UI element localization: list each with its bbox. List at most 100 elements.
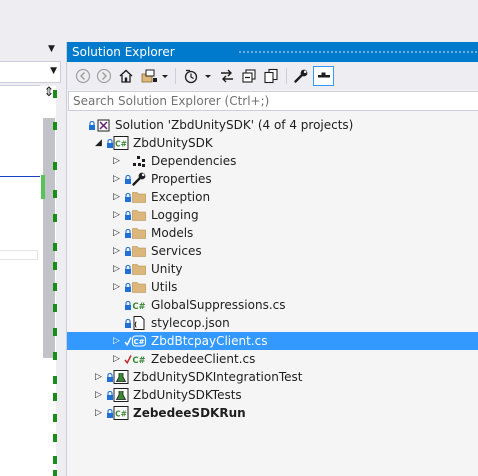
forward-button[interactable] [95,66,113,86]
panel-title: Solution Explorer [72,45,175,59]
code-editor[interactable] [0,86,40,476]
expand-arrow-icon[interactable]: ▷ [95,386,105,404]
expand-arrow-icon[interactable]: ▷ [113,188,123,206]
tree-item[interactable]: ▷ ZbdUnitySDKTests [67,386,478,404]
csharp-project-icon: C# [113,405,129,421]
search-input[interactable] [73,92,463,110]
back-icon [75,68,91,84]
tree-item[interactable]: ▷ Unity [67,260,478,278]
tree-item-label: stylecop.json [151,316,230,330]
dropdown-arrow-icon [205,75,211,78]
filter-dropdown[interactable] [203,66,213,86]
tree-item[interactable]: ▷ C# ZebedeeClient.cs [67,350,478,368]
folder-icon [131,261,147,277]
csharp-class-icon: C# [131,333,147,349]
scrollbar-marker [53,283,57,291]
expand-arrow-icon[interactable]: ▷ [113,260,123,278]
panel-title-bar[interactable]: Solution Explorer [67,42,478,62]
scrollbar-marker [53,122,57,130]
tree-item[interactable]: ▷ Dependencies [67,152,478,170]
back-button[interactable] [74,66,92,86]
properties-button[interactable] [291,66,311,86]
scrollbar-marker [53,90,57,98]
folder-icon [131,225,147,241]
home-button[interactable] [117,66,135,86]
expand-arrow-icon[interactable]: ▷ [113,224,123,242]
expand-arrow-icon[interactable]: ▷ [113,350,123,368]
tree-item-label: Logging [151,208,199,222]
preview-selected-items-button[interactable] [313,66,334,86]
tree-item[interactable]: C# GlobalSuppressions.cs [67,296,478,314]
tree-item[interactable]: ▷ Logging [67,206,478,224]
forward-icon [96,68,112,84]
tree-item-label: ZbdBtcpayClient.cs [151,334,268,348]
tree-item-label: Models [151,226,194,240]
scrollbar-marker [53,470,57,476]
folder-icon [131,279,147,295]
svg-text:C#: C# [132,302,145,312]
folder-icon [131,243,147,259]
window-position-dropdown-icon[interactable]: ▼ [48,44,55,54]
collapse-all-button[interactable] [239,66,259,86]
search-box[interactable] [68,91,478,111]
tree-item-label: Properties [151,172,212,186]
tree-item-label: Services [151,244,202,258]
tree-item[interactable]: ▷ Services [67,242,478,260]
chevron-down-icon: ▼ [50,66,57,76]
tree-item[interactable]: Solution 'ZbdUnitySDK' (4 of 4 projects) [67,116,478,134]
scrollbar-marker [53,214,57,222]
scrollbar-marker [53,262,57,270]
expand-arrow-icon[interactable]: ▷ [95,368,105,386]
tree-item[interactable]: ▷ Exception [67,188,478,206]
json-file-icon [131,315,147,331]
tree-item[interactable]: ▷ C# ZbdBtcpayClient.cs [67,332,478,350]
dependencies-icon [131,153,147,169]
show-all-files-button[interactable] [261,66,281,86]
tree-item[interactable]: ▷ ZbdUnitySDKIntegrationTest [67,368,478,386]
tree-item-label: Unity [151,262,183,276]
expand-arrow-icon[interactable]: ▷ [113,152,123,170]
expand-arrow-icon[interactable]: ▷ [113,278,123,296]
scrollbar-marker [53,393,57,401]
sync-with-active-document-button[interactable] [217,66,237,86]
tree-item-label: GlobalSuppressions.cs [151,298,286,312]
current-line-highlight [0,250,38,260]
expand-arrow-icon[interactable]: ▷ [95,404,105,422]
switch-views-dropdown[interactable] [160,66,170,86]
scrollbar-marker [53,328,57,336]
caret-line [0,176,40,177]
tree-item-label: Utils [151,280,178,294]
show-all-files-icon [264,68,278,84]
tree-item[interactable]: ▷ C# ZebedeeSDKRun [67,404,478,422]
editor-pane: ▼ ▼ ⇕ [0,0,62,476]
tree-item-label: ZebedeeClient.cs [151,352,256,366]
scrollbar-marker [53,456,57,464]
title-grip [238,50,478,55]
expand-arrow-icon[interactable]: ▷ [113,206,123,224]
pending-changes-filter-icon [184,69,198,84]
csharp-project-icon: C# [113,135,129,151]
tree-item[interactable]: stylecop.json [67,314,478,332]
tree-item[interactable]: ▷ Utils [67,278,478,296]
csharp-file-icon: C# [131,351,147,367]
vertical-scrollbar[interactable] [43,118,55,358]
tree-item-label: ZebedeeSDKRun [133,406,246,420]
collapse-arrow-icon[interactable]: ◢ [95,134,105,152]
tree-item[interactable]: ◢ C# ZbdUnitySDK [67,134,478,152]
expand-arrow-icon[interactable]: ▷ [113,332,123,350]
tree-item[interactable]: ▷ Properties [67,170,478,188]
test-project-icon [113,369,129,385]
dropdown-arrow-icon [162,75,168,78]
expand-arrow-icon[interactable]: ▷ [113,170,123,188]
pending-changes-filter-button[interactable] [182,66,202,86]
scrollbar-marker [53,190,57,198]
folder-icon [131,207,147,223]
scrollbar-marker [53,352,57,360]
member-dropdown[interactable]: ▼ [0,61,61,83]
expand-arrow-icon[interactable]: ▷ [113,242,123,260]
tree-item[interactable]: ▷ Models [67,224,478,242]
svg-text:C#: C# [133,338,144,346]
solution-tree: Solution 'ZbdUnitySDK' (4 of 4 projects)… [67,115,478,476]
switch-views-button[interactable] [139,66,159,86]
toolbar-separator [286,68,287,84]
